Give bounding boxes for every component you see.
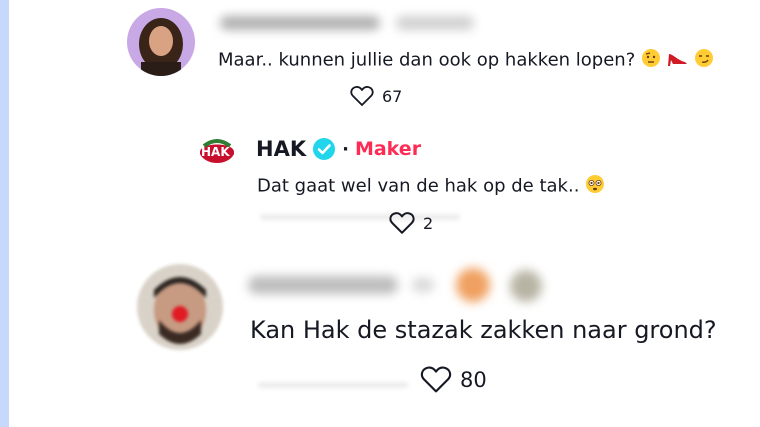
raised-eyebrow-emoji-icon: [641, 48, 661, 73]
avatar[interactable]: [137, 264, 223, 350]
left-accent-bar: [0, 0, 9, 427]
blurred-username[interactable]: [220, 12, 478, 34]
heart-icon: [389, 211, 415, 235]
high-heel-emoji-icon: [667, 48, 689, 73]
hak-logo-text: HAK: [201, 145, 230, 159]
verified-badge-icon: [312, 137, 336, 161]
smirk-emoji-icon: [694, 48, 714, 73]
reply-header: HAK · Maker: [256, 137, 421, 161]
avatar[interactable]: [127, 8, 195, 76]
comment-text: Maar.. kunnen jullie dan ook op hakken l…: [218, 48, 714, 73]
like-button[interactable]: 80: [420, 365, 487, 394]
comment-text: Dat gaat wel van de hak op de tak..: [257, 174, 605, 199]
blurred-username[interactable]: [248, 266, 558, 302]
blurred-metadata: [258, 382, 408, 388]
comment-text-content: Maar.. kunnen jullie dan ook op hakken l…: [218, 49, 636, 71]
like-button[interactable]: 2: [389, 211, 433, 235]
comment-text-content: Kan Hak de stazak zakken naar grond?: [250, 316, 717, 344]
like-button[interactable]: 67: [350, 85, 402, 107]
separator-dot: ·: [342, 138, 349, 160]
comment-text-content: Dat gaat wel van de hak op de tak..: [257, 175, 580, 197]
like-count: 2: [423, 213, 434, 233]
maker-badge: Maker: [354, 138, 422, 160]
like-count: 67: [382, 86, 403, 106]
username[interactable]: HAK: [256, 137, 306, 161]
comment-text: Kan Hak de stazak zakken naar grond?: [250, 316, 717, 344]
hak-logo-avatar[interactable]: HAK: [198, 132, 236, 170]
like-count: 80: [460, 367, 487, 392]
heart-icon: [420, 365, 452, 394]
heart-icon: [350, 85, 374, 107]
flushed-face-emoji-icon: [585, 174, 605, 199]
